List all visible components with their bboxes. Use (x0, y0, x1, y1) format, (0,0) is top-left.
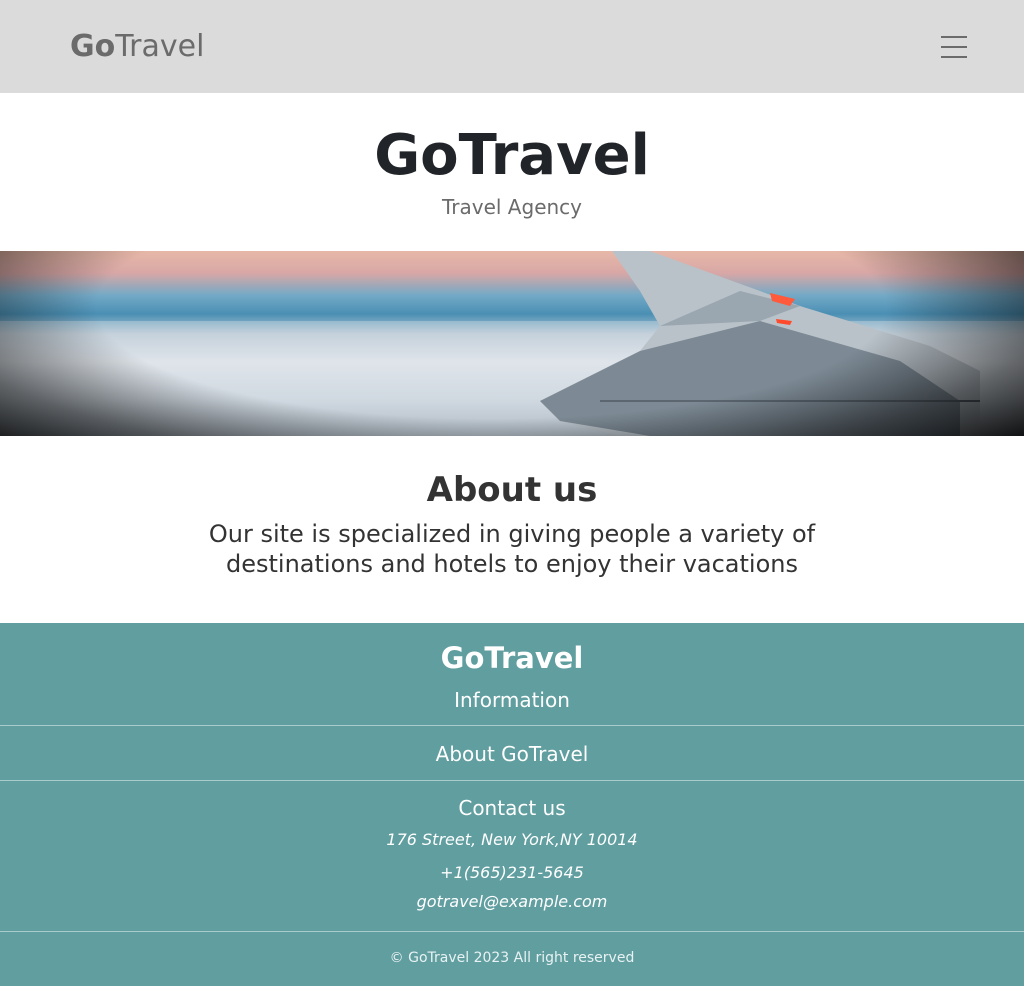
footer-brand: GoTravel (440, 641, 584, 675)
banner-image (0, 251, 1024, 436)
footer-copyright: © GoTravel 2023 All right reserved (389, 950, 635, 966)
about-text: Our site is specialized in giving people… (208, 520, 816, 578)
navbar: GoTravel (0, 0, 1024, 93)
about-section: About us Our site is specialized in givi… (0, 436, 1024, 623)
about-title: About us (426, 470, 598, 510)
brand-bold: Go (70, 29, 116, 64)
footer-divider (0, 931, 1024, 932)
footer-phone[interactable]: +1(565)231-5645 (0, 862, 1024, 884)
footer: GoTravel Information About GoTravel Cont… (0, 623, 1024, 986)
hero-header: GoTravel Travel Agency (0, 93, 1024, 251)
brand-light: Travel (115, 29, 205, 64)
page-title: GoTravel (374, 123, 650, 188)
footer-address: 176 Street, New York,NY 10014 (386, 830, 638, 849)
menu-toggle-button[interactable] (934, 30, 974, 64)
footer-divider (0, 725, 1024, 726)
brand-link[interactable]: GoTravel (70, 28, 204, 66)
footer-information-heading: Information (454, 688, 570, 712)
window-frame (0, 251, 1024, 436)
footer-divider (0, 780, 1024, 781)
page-subtitle: Travel Agency (442, 195, 582, 219)
footer-email[interactable]: gotravel@example.com (0, 891, 1024, 913)
about-gotravel-link[interactable]: About GoTravel (0, 741, 1024, 767)
footer-contact-heading: Contact us (458, 796, 566, 820)
